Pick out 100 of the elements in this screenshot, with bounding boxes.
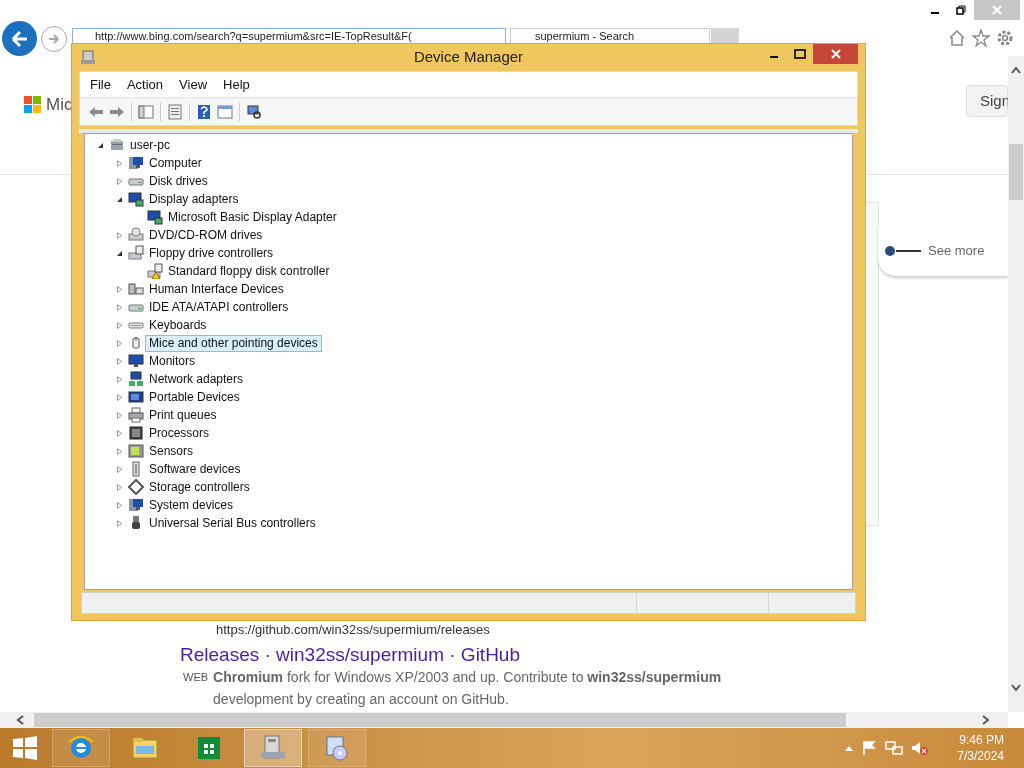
menu-item[interactable]: View	[171, 74, 216, 95]
portable-device-icon	[128, 389, 144, 405]
expand-arrow-icon[interactable]	[116, 393, 123, 401]
tree-item[interactable]: Network adapters	[145, 370, 248, 388]
monitor-icon	[128, 353, 144, 369]
tree-item[interactable]: Floppy drive controllers	[145, 244, 278, 262]
minimize-icon	[931, 12, 939, 14]
result-snippet: Chromium fork for Windows XP/2003 and up. Contribute to win32ss/supermium development by creating an account on GitHub.	[213, 668, 723, 709]
expand-arrow-icon[interactable]	[116, 501, 123, 509]
tree-item[interactable]: DVD/CD-ROM drives	[145, 226, 267, 244]
properties-icon[interactable]	[165, 101, 185, 122]
device-manager-icon	[259, 734, 287, 762]
see-more-link[interactable]: See more	[928, 241, 985, 261]
logo-icon	[884, 245, 922, 257]
expand-arrow-icon[interactable]	[116, 231, 123, 239]
address-bar[interactable]: http://www.bing.com/search?q=supermium&src=IE-TopResult&F(	[72, 28, 506, 43]
tree-item[interactable]: Monitors	[145, 352, 199, 370]
scroll-up-icon[interactable]	[1011, 66, 1021, 74]
network-icon	[128, 371, 144, 387]
expand-arrow-icon[interactable]	[116, 447, 123, 455]
taskbar-app-button[interactable]	[308, 729, 366, 767]
expand-arrow-icon[interactable]	[116, 357, 123, 365]
expand-arrow-icon[interactable]	[116, 375, 123, 383]
tree-item[interactable]: Disk drives	[145, 172, 212, 190]
scrollbar-thumb[interactable]	[1009, 144, 1023, 200]
scroll-down-icon[interactable]	[1011, 684, 1021, 692]
windows-logo-icon	[12, 735, 38, 761]
monitor-icon	[128, 155, 144, 171]
tree-item[interactable]: Processors	[145, 424, 214, 442]
scroll-left-icon[interactable]	[16, 715, 24, 725]
expand-arrow-icon[interactable]	[116, 465, 123, 473]
floppy-drive-icon	[128, 245, 144, 261]
tree-item[interactable]: Storage controllers	[145, 478, 254, 496]
store-icon	[195, 734, 223, 762]
result-url[interactable]: https://github.com/win32ss/supermium/releases	[216, 622, 490, 638]
source-label: WEB	[183, 670, 209, 685]
network-icon[interactable]	[885, 740, 904, 756]
menu-item[interactable]: File	[82, 74, 119, 95]
printer-icon	[128, 407, 144, 423]
collapse-arrow-icon[interactable]	[116, 195, 123, 203]
taskbar-app-button[interactable]	[244, 729, 302, 767]
tree-item[interactable]: Print queues	[145, 406, 221, 424]
expand-arrow-icon[interactable]	[116, 303, 123, 311]
muted-speaker-icon[interactable]	[911, 740, 930, 756]
expand-arrow-icon[interactable]	[116, 519, 123, 527]
storage-controller-icon	[128, 479, 144, 495]
home-icon[interactable]	[948, 29, 966, 47]
expand-arrow-icon[interactable]	[116, 321, 123, 329]
settings-icon[interactable]	[996, 29, 1014, 47]
expand-arrow-icon[interactable]	[116, 159, 123, 167]
sensor-icon	[128, 443, 144, 459]
restore-icon	[956, 5, 966, 15]
expand-arrow-icon[interactable]	[116, 483, 123, 491]
floppy-warning-icon	[147, 263, 163, 279]
result-title-link[interactable]: Releases · win32ss/supermium · GitHub	[180, 641, 520, 670]
back-button[interactable]	[2, 21, 37, 56]
expand-arrow-icon[interactable]	[116, 285, 123, 293]
minimize-icon	[770, 56, 778, 58]
scrollbar-thumb[interactable]	[34, 713, 846, 727]
tree-item[interactable]: Mice and other pointing devices	[145, 334, 322, 352]
tree-item[interactable]: Human Interface Devices	[145, 280, 288, 298]
expand-arrow-icon[interactable]	[116, 177, 123, 185]
collapse-arrow-icon[interactable]	[116, 249, 123, 257]
close-icon	[992, 5, 1002, 15]
tree-item[interactable]: Software devices	[145, 460, 245, 478]
menu-item[interactable]: Help	[215, 74, 258, 95]
tree-item[interactable]: user-pc	[126, 136, 174, 154]
show-hidden-icons-icon[interactable]	[845, 745, 854, 751]
horizontal-scrollbar[interactable]	[0, 712, 1008, 728]
tree-item[interactable]: Universal Serial Bus controllers	[145, 514, 320, 532]
tree-item[interactable]: Sensors	[145, 442, 198, 460]
scroll-right-icon[interactable]	[982, 715, 990, 725]
display-icon	[128, 191, 144, 207]
logo-text: Mic	[46, 94, 73, 116]
browser-tab[interactable]: supermium - Search	[510, 28, 710, 43]
back-arrow-icon	[9, 28, 30, 49]
tree-item[interactable]: Keyboards	[145, 316, 211, 334]
expand-arrow-icon[interactable]	[116, 339, 123, 347]
expand-arrow-icon[interactable]	[116, 411, 123, 419]
forward-arrow-icon	[48, 32, 60, 45]
display-icon	[147, 209, 163, 225]
tree-item[interactable]: Portable Devices	[145, 388, 244, 406]
tree-item[interactable]: IDE ATA/ATAPI controllers	[145, 298, 293, 316]
collapse-arrow-icon[interactable]	[97, 141, 104, 149]
tree-item[interactable]: Computer	[145, 154, 206, 172]
tree-item[interactable]: System devices	[145, 496, 238, 514]
tree-item[interactable]: Standard floppy disk controller	[164, 262, 334, 280]
flag-icon[interactable]	[861, 740, 878, 756]
logo-icon	[24, 95, 42, 114]
taskbar-app-button[interactable]	[52, 729, 110, 767]
menu-item[interactable]: Action	[118, 74, 172, 95]
expand-arrow-icon[interactable]	[116, 429, 123, 437]
close-button[interactable]	[813, 44, 858, 64]
star-icon[interactable]	[972, 29, 990, 47]
input-device-icon	[128, 281, 144, 297]
tree-item[interactable]: Display adapters	[145, 190, 243, 208]
vertical-scrollbar[interactable]	[1008, 56, 1024, 712]
close-icon	[830, 49, 841, 59]
computer-icon	[109, 137, 125, 153]
tree-item[interactable]: Microsoft Basic Display Adapter	[164, 208, 341, 226]
